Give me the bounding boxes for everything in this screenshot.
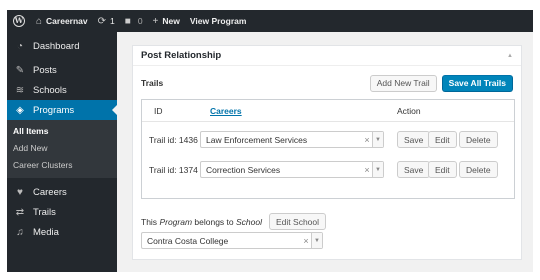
school-select[interactable]: Contra Costa College × ▼ (141, 232, 323, 249)
home-icon: ⌂ (36, 15, 43, 27)
dropdown-arrow-icon[interactable]: ▼ (311, 233, 322, 248)
career-select-value: Correction Services (206, 164, 281, 175)
belongs-target: School (236, 216, 263, 227)
career-select[interactable]: Law Enforcement Services × ▼ (200, 131, 384, 148)
new-content-link[interactable]: + New (148, 10, 185, 32)
admin-sidebar: ◔ Dashboard ✎ Posts ≋ Schools ◈ Programs… (7, 32, 117, 272)
trails-label: Trails (141, 78, 164, 88)
sidebar-item-label: Media (33, 226, 59, 238)
clear-icon[interactable]: × (362, 165, 372, 175)
shuffle-icon: ⇄ (15, 206, 25, 218)
clear-icon[interactable]: × (301, 236, 311, 246)
sidebar-item-label: Dashboard (33, 40, 80, 52)
updates-count: 1 (110, 16, 115, 26)
sidebar-item-careers[interactable]: ♥ Careers (7, 182, 117, 202)
career-select-value: Law Enforcement Services (206, 134, 308, 145)
heart-icon: ♥ (17, 186, 23, 198)
post-relationship-metabox: Post Relationship ▲ Trails Add New Trail… (132, 45, 522, 260)
view-program-label: View Program (189, 16, 247, 26)
dashboard-icon: ◔ (16, 40, 24, 52)
add-new-trail-button[interactable]: Add New Trail (369, 74, 437, 92)
table-row: Trail id: 1436 Law Enforcement Services … (142, 128, 514, 158)
sidebar-item-label: Careers (33, 186, 67, 198)
updates-link[interactable]: ⟳ 1 (93, 10, 120, 32)
delete-trail-button[interactable]: Delete (459, 131, 498, 148)
table-header: ID Careers Action (142, 100, 514, 122)
view-program-link[interactable]: View Program (185, 10, 252, 32)
save-all-trails-button[interactable]: Save All Trails (441, 74, 513, 92)
sidebar-item-label: Posts (33, 64, 57, 76)
comments-count: 0 (137, 16, 143, 26)
column-header-careers[interactable]: Careers (210, 106, 242, 116)
dropdown-arrow-icon[interactable]: ▼ (372, 162, 383, 177)
school-icon: ≋ (15, 84, 25, 96)
media-icon: ♫ (16, 226, 24, 238)
metabox-header: Post Relationship ▲ (133, 46, 521, 66)
comments-link[interactable]: ■ 0 (120, 10, 148, 32)
refresh-icon: ⟳ (97, 15, 107, 27)
edit-school-button[interactable]: Edit School (269, 213, 327, 230)
admin-bar: W ⌂ Careernav ⟳ 1 ■ 0 + New View Program (7, 10, 533, 32)
submenu-add-new[interactable]: Add New (7, 140, 117, 157)
sidebar-item-label: Programs (33, 104, 75, 116)
sidebar-item-programs[interactable]: ◈ Programs (7, 100, 117, 120)
dropdown-arrow-icon[interactable]: ▼ (372, 132, 383, 147)
sidebar-item-posts[interactable]: ✎ Posts (7, 60, 117, 80)
career-select[interactable]: Correction Services × ▼ (200, 161, 384, 178)
edit-trail-button[interactable]: Edit (428, 161, 457, 178)
belongs-middle: belongs to (194, 216, 234, 227)
trail-id: Trail id: 1436 (149, 135, 198, 145)
new-label: New (162, 16, 180, 26)
trail-id: Trail id: 1374 (149, 165, 198, 175)
torn-edge-decoration (0, 270, 540, 280)
column-header-action: Action (397, 106, 421, 116)
trails-toolbar: Trails Add New Trail Save All Trails (141, 74, 513, 92)
site-name: Careernav (46, 16, 88, 26)
submenu-career-clusters[interactable]: Career Clusters (7, 157, 117, 174)
sidebar-item-schools[interactable]: ≋ Schools (7, 80, 117, 100)
sidebar-item-media[interactable]: ♫ Media (7, 222, 117, 242)
school-select-value: Contra Costa College (147, 235, 229, 246)
sidebar-item-dashboard[interactable]: ◔ Dashboard (7, 36, 117, 56)
edit-trail-button[interactable]: Edit (428, 131, 457, 148)
pin-icon: ✎ (15, 64, 25, 76)
wp-admin-window: W ⌂ Careernav ⟳ 1 ■ 0 + New View Program… (7, 10, 533, 272)
wordpress-logo-icon: W (13, 15, 25, 27)
delete-trail-button[interactable]: Delete (459, 161, 498, 178)
programs-submenu: All Items Add New Career Clusters (7, 120, 117, 178)
trails-table: ID Careers Action Trail id: 1436 Law Enf… (141, 99, 515, 199)
belongs-post-type: Program (159, 216, 193, 227)
table-row: Trail id: 1374 Correction Services × ▼ S… (142, 158, 514, 188)
sidebar-item-label: Schools (33, 84, 67, 96)
sidebar-item-label: Trails (33, 206, 56, 218)
sidebar-item-trails[interactable]: ⇄ Trails (7, 202, 117, 222)
metabox-title: Post Relationship (141, 50, 222, 61)
belongs-prefix: This (141, 216, 158, 227)
site-name-link[interactable]: ⌂ Careernav (31, 10, 93, 32)
collapse-arrow-icon[interactable]: ▲ (507, 53, 513, 59)
submenu-all-items[interactable]: All Items (7, 123, 117, 140)
column-header-id: ID (154, 106, 163, 116)
clear-icon[interactable]: × (362, 135, 372, 145)
comment-icon: ■ (124, 15, 131, 27)
wordpress-logo-button[interactable]: W (7, 10, 31, 32)
programs-icon: ◈ (16, 104, 24, 116)
plus-icon: + (152, 15, 159, 27)
save-trail-button[interactable]: Save (397, 161, 431, 178)
save-trail-button[interactable]: Save (397, 131, 431, 148)
belongs-to-line: This Program belongs to School Edit Scho… (141, 213, 327, 230)
